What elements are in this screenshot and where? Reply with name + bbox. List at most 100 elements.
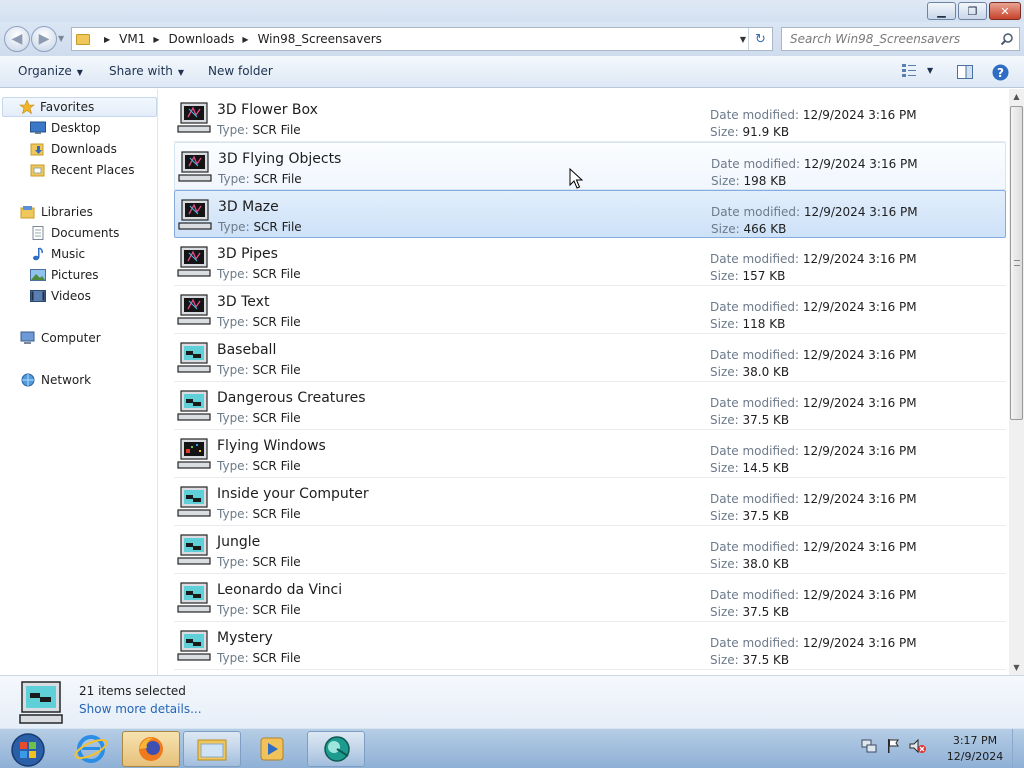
- file-row[interactable]: 3D Flying Objects Type: SCR File Date modi…: [174, 142, 1006, 190]
- nav-music[interactable]: Music: [30, 244, 85, 264]
- file-date-value: 12/9/2024 3:16 PM: [803, 205, 918, 219]
- nav-pictures-label: Pictures: [51, 268, 99, 282]
- taskbar-app-button[interactable]: [307, 731, 365, 767]
- recent-pages-dropdown[interactable]: ▼: [58, 34, 64, 43]
- minimize-icon: ▁: [937, 4, 946, 18]
- share-with-button[interactable]: Share with ▼: [109, 64, 184, 78]
- file-type-value: SCR File: [252, 315, 301, 329]
- file-size: Size: 118 KB: [710, 317, 785, 331]
- breadcrumb-arrow-icon[interactable]: ▶: [153, 35, 159, 44]
- preview-pane-icon[interactable]: [957, 65, 973, 79]
- close-button[interactable]: ✕: [989, 2, 1021, 20]
- file-date-value: 12/9/2024 3:16 PM: [802, 348, 917, 362]
- file-row[interactable]: Flying Windows Type: SCR File Date modifie…: [174, 430, 1006, 478]
- close-icon: ✕: [1000, 4, 1010, 18]
- type-label: Type:: [217, 651, 249, 665]
- nav-computer[interactable]: Computer: [20, 328, 101, 348]
- search-box[interactable]: [781, 27, 1020, 51]
- show-more-details-link[interactable]: Show more details...: [79, 702, 202, 716]
- breadcrumb-vm1[interactable]: VM1: [119, 32, 145, 46]
- file-date-modified: Date modified: 12/9/2024 3:16 PM: [710, 540, 917, 554]
- back-button[interactable]: ◀: [4, 26, 30, 52]
- organize-button[interactable]: Organize ▼: [18, 64, 83, 78]
- network-tray-icon[interactable]: [860, 737, 878, 755]
- date-modified-label: Date modified:: [711, 205, 801, 219]
- nav-libraries[interactable]: Libraries: [20, 202, 93, 222]
- system-clock[interactable]: 3:17 PM 12/9/2024: [936, 733, 1014, 765]
- file-type: Type: SCR File: [218, 220, 302, 234]
- show-desktop-button[interactable]: [1012, 729, 1024, 768]
- screensaver-dark-icon: [177, 294, 211, 325]
- scroll-down-arrow-icon[interactable]: ▼: [1009, 660, 1024, 675]
- file-row[interactable]: Inside your Computer Type: SCR File Date m…: [174, 478, 1006, 526]
- vertical-scrollbar[interactable]: ▲ ▼: [1009, 89, 1024, 675]
- breadcrumb-arrow-icon[interactable]: ▶: [104, 35, 110, 44]
- nav-pictures[interactable]: Pictures: [30, 265, 99, 285]
- network-icon: [20, 373, 36, 387]
- file-row[interactable]: Mystery Type: SCR File Date modified: 12/9…: [174, 622, 1006, 670]
- nav-favorites[interactable]: Favorites: [2, 97, 157, 117]
- file-row[interactable]: Jungle Type: SCR File Date modified: 12/9/…: [174, 526, 1006, 574]
- search-input[interactable]: [782, 28, 992, 50]
- type-label: Type:: [218, 220, 250, 234]
- clock-date: 12/9/2024: [946, 750, 1004, 763]
- view-options-icon[interactable]: [902, 63, 916, 79]
- nav-network[interactable]: Network: [20, 370, 91, 390]
- file-row[interactable]: 3D Maze Type: SCR File Date modified: 12/9…: [174, 190, 1006, 238]
- file-size-value: 38.0 KB: [742, 557, 790, 571]
- restore-icon: ❐: [967, 4, 978, 18]
- nav-videos[interactable]: Videos: [30, 286, 91, 306]
- action-center-flag-icon[interactable]: [884, 737, 902, 755]
- file-row[interactable]: 3D Flower Box Type: SCR File Date modified…: [174, 94, 1006, 142]
- file-row[interactable]: 3D Text Type: SCR File Date modified: 12/9…: [174, 286, 1006, 334]
- organize-label: Organize: [18, 64, 72, 78]
- screensaver-windows-icon: [177, 438, 211, 469]
- minimize-button[interactable]: ▁: [927, 2, 956, 20]
- help-icon[interactable]: ?: [992, 64, 1009, 81]
- file-row[interactable]: Dangerous Creatures Type: SCR File Date mo…: [174, 382, 1006, 430]
- file-row[interactable]: Baseball Type: SCR File Date modified: 12/…: [174, 334, 1006, 382]
- scrollbar-grip-icon: [1014, 260, 1020, 266]
- file-row[interactable]: Leonardo da Vinci Type: SCR File Date modi…: [174, 574, 1006, 622]
- taskbar-firefox-button[interactable]: [122, 731, 180, 767]
- taskbar-media-player-button[interactable]: [243, 731, 301, 767]
- type-label: Type:: [217, 267, 249, 281]
- start-button[interactable]: [4, 731, 48, 767]
- forward-button[interactable]: ▶: [31, 26, 57, 52]
- view-dropdown-icon[interactable]: ▼: [927, 66, 933, 75]
- volume-muted-icon[interactable]: [908, 737, 928, 755]
- nav-favorites-label: Favorites: [40, 100, 95, 114]
- taskbar-explorer-button[interactable]: [183, 731, 241, 767]
- address-dropdown-icon[interactable]: ▼: [740, 28, 746, 50]
- file-type-value: SCR File: [252, 123, 301, 137]
- breadcrumb-win98-screensavers[interactable]: Win98_Screensavers: [258, 32, 382, 46]
- nav-recent-places[interactable]: Recent Places: [30, 160, 134, 180]
- breadcrumb-downloads[interactable]: Downloads: [169, 32, 235, 46]
- nav-desktop[interactable]: Desktop: [30, 118, 101, 138]
- file-date-value: 12/9/2024 3:16 PM: [803, 157, 918, 171]
- address-bar[interactable]: ▶ VM1 ▶ Downloads ▶ Win98_Screensavers ▼…: [71, 27, 773, 51]
- search-icon[interactable]: [1000, 32, 1014, 46]
- breadcrumb-arrow-icon[interactable]: ▶: [242, 35, 248, 44]
- date-modified-label: Date modified:: [710, 300, 800, 314]
- refresh-button[interactable]: ↻: [748, 28, 772, 50]
- libraries-icon: [20, 205, 36, 219]
- date-modified-label: Date modified:: [710, 444, 800, 458]
- file-type-value: SCR File: [253, 220, 302, 234]
- nav-downloads[interactable]: Downloads: [30, 139, 117, 159]
- file-date-value: 12/9/2024 3:16 PM: [802, 252, 917, 266]
- scroll-up-arrow-icon[interactable]: ▲: [1009, 89, 1024, 104]
- size-label: Size:: [710, 557, 739, 571]
- file-date-modified: Date modified: 12/9/2024 3:16 PM: [710, 636, 917, 650]
- file-size-value: 118 KB: [742, 317, 786, 331]
- date-modified-label: Date modified:: [710, 492, 800, 506]
- type-label: Type:: [218, 172, 250, 186]
- restore-button[interactable]: ❐: [958, 2, 987, 20]
- media-player-icon: [260, 737, 284, 761]
- scrollbar-thumb[interactable]: [1010, 106, 1023, 420]
- file-row[interactable]: 3D Pipes Type: SCR File Date modified: 12/…: [174, 238, 1006, 286]
- file-name: 3D Text: [217, 294, 270, 310]
- taskbar-internet-explorer-button[interactable]: [62, 731, 120, 767]
- new-folder-button[interactable]: New folder: [208, 64, 273, 78]
- nav-documents[interactable]: Documents: [30, 223, 119, 243]
